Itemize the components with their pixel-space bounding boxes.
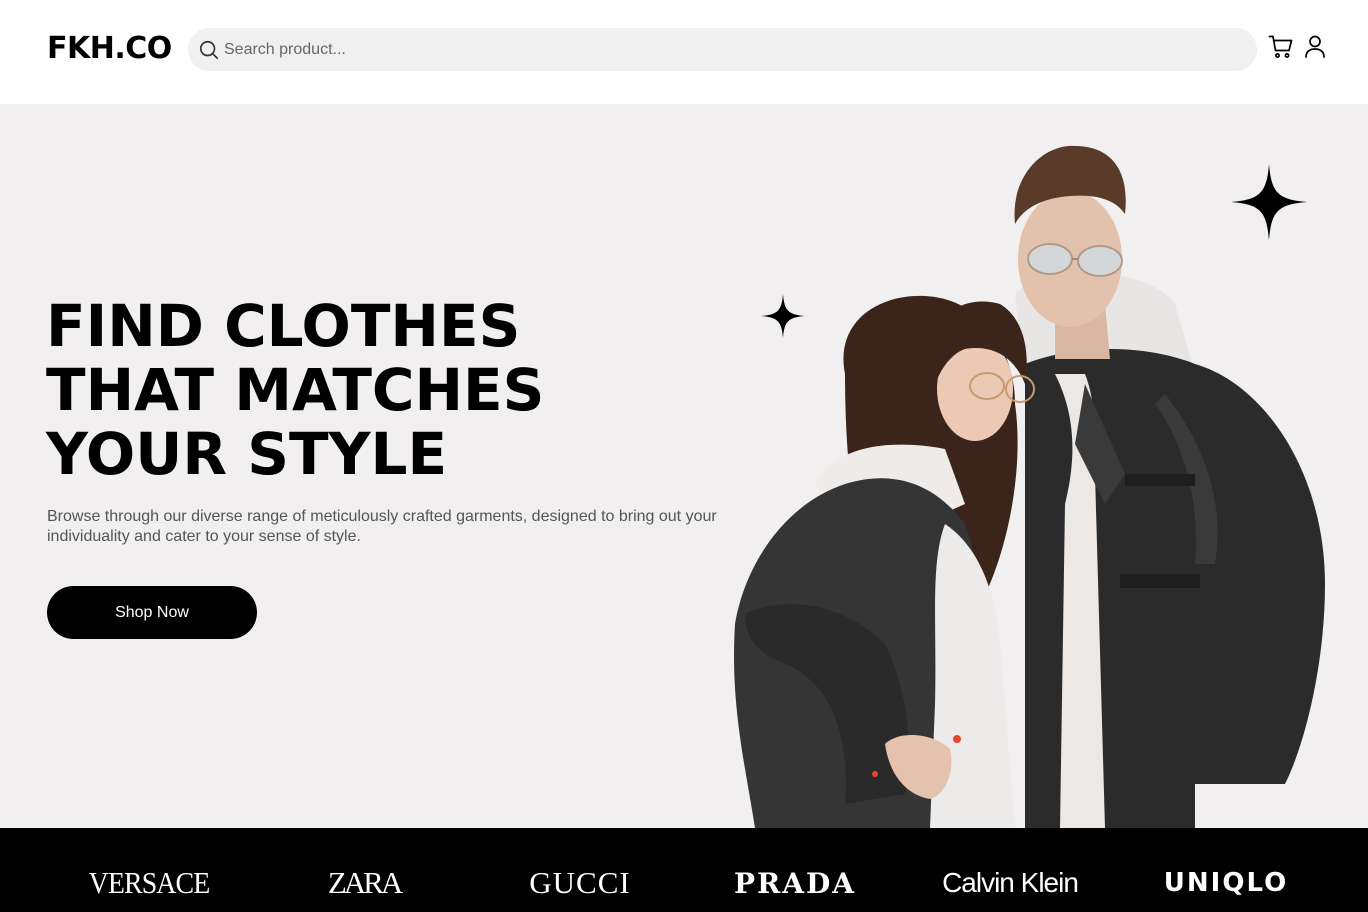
- hero-section: FIND CLOTHES THAT MATCHES YOUR STYLE Bro…: [0, 104, 1368, 828]
- shop-now-button[interactable]: Shop Now: [47, 586, 257, 639]
- site-logo[interactable]: FKH.CO: [47, 31, 172, 67]
- hero-title-line: YOUR STYLE: [46, 420, 448, 488]
- search-input[interactable]: [224, 28, 1234, 71]
- hero-title: FIND CLOTHES THAT MATCHES YOUR STYLE: [46, 294, 686, 486]
- brand-logo-calvin-klein[interactable]: Calvin Klein: [940, 866, 1080, 900]
- brand-logo-gucci[interactable]: GUCCI: [522, 865, 638, 900]
- site-header: FKH.CO: [0, 0, 1368, 104]
- cart-icon[interactable]: [1268, 34, 1294, 60]
- brand-logo-zara[interactable]: ZARA: [328, 865, 403, 900]
- user-icon[interactable]: [1304, 34, 1326, 60]
- brand-bar: VERSACE ZARA GUCCI PRADA Calvin Klein UN…: [0, 828, 1368, 912]
- hero-models-image: [734, 145, 1325, 828]
- brand-logo-uniqlo[interactable]: UNIQLO: [1164, 866, 1286, 900]
- search-bar[interactable]: [188, 28, 1257, 71]
- brand-logo-versace[interactable]: VERSACE: [89, 865, 211, 900]
- brand-logo-prada[interactable]: PRADA: [729, 866, 861, 900]
- search-icon: [199, 40, 219, 60]
- hero-title-line: THAT MATCHES: [46, 356, 545, 424]
- hero-subtitle: Browse through our diverse range of meti…: [47, 508, 717, 545]
- hero-title-line: FIND CLOTHES: [46, 292, 521, 360]
